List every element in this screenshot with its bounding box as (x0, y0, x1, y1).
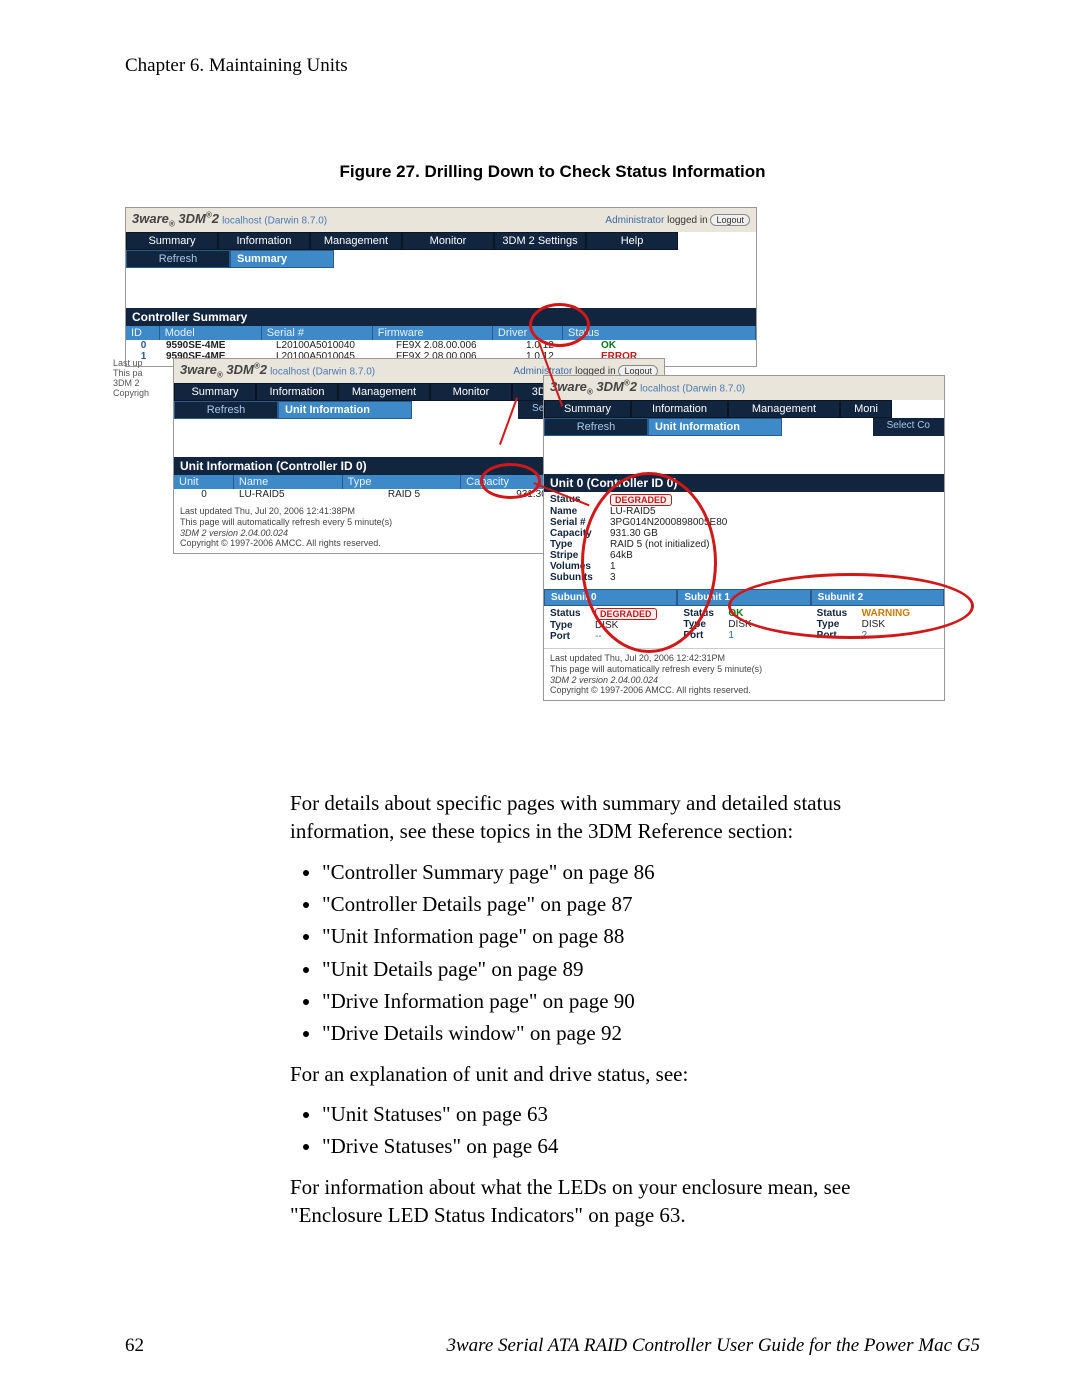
chapter-header: Chapter 6. Maintaining Units (125, 55, 980, 77)
tab-management[interactable]: Management (310, 232, 402, 250)
tab[interactable]: Information (631, 400, 728, 418)
screenshot-summary: 3ware® 3DM®2 localhost (Darwin 8.7.0) Ad… (125, 207, 757, 367)
tab-information[interactable]: Information (218, 232, 310, 250)
tab[interactable]: Information (256, 383, 338, 401)
tab[interactable]: Monitor (430, 383, 512, 401)
tab-monitor[interactable]: Monitor (402, 232, 494, 250)
page-footer: 62 3ware Serial ATA RAID Controller User… (125, 1335, 980, 1357)
section-controller-summary: Controller Summary (126, 308, 756, 326)
tab[interactable]: Moni (840, 400, 892, 418)
tab[interactable]: Summary (544, 400, 631, 418)
refresh-button[interactable]: Refresh (544, 418, 648, 436)
tab-summary[interactable]: Summary (126, 232, 218, 250)
refresh-button[interactable]: Refresh (126, 250, 230, 268)
logout-button[interactable]: Logout (710, 214, 750, 226)
body-text: For details about specific pages with su… (290, 789, 930, 1229)
brand: 3ware® 3DM®2 (132, 211, 219, 226)
tab-3dm-2-settings[interactable]: 3DM 2 Settings (494, 232, 586, 250)
page-number: 62 (125, 1335, 144, 1357)
screenshot-unit-detail: 3ware® 3DM®2 localhost (Darwin 8.7.0) Su… (543, 375, 945, 701)
tab[interactable]: Management (338, 383, 430, 401)
tab[interactable]: Management (728, 400, 840, 418)
tab-help[interactable]: Help (586, 232, 678, 250)
subtab-unit-info[interactable]: Unit Information (278, 401, 412, 419)
refresh-button[interactable]: Refresh (174, 401, 278, 419)
guide-title: 3ware Serial ATA RAID Controller User Gu… (446, 1335, 980, 1357)
subtab-summary[interactable]: Summary (230, 250, 334, 268)
figure-caption: Figure 27. Drilling Down to Check Status… (125, 162, 980, 182)
section-unit-0: Unit 0 (Controller ID 0) (544, 474, 944, 492)
subtab-unit-info[interactable]: Unit Information (648, 418, 782, 436)
tab[interactable]: Summary (174, 383, 256, 401)
figure-screenshots: 3ware® 3DM®2 localhost (Darwin 8.7.0) Ad… (125, 207, 980, 777)
